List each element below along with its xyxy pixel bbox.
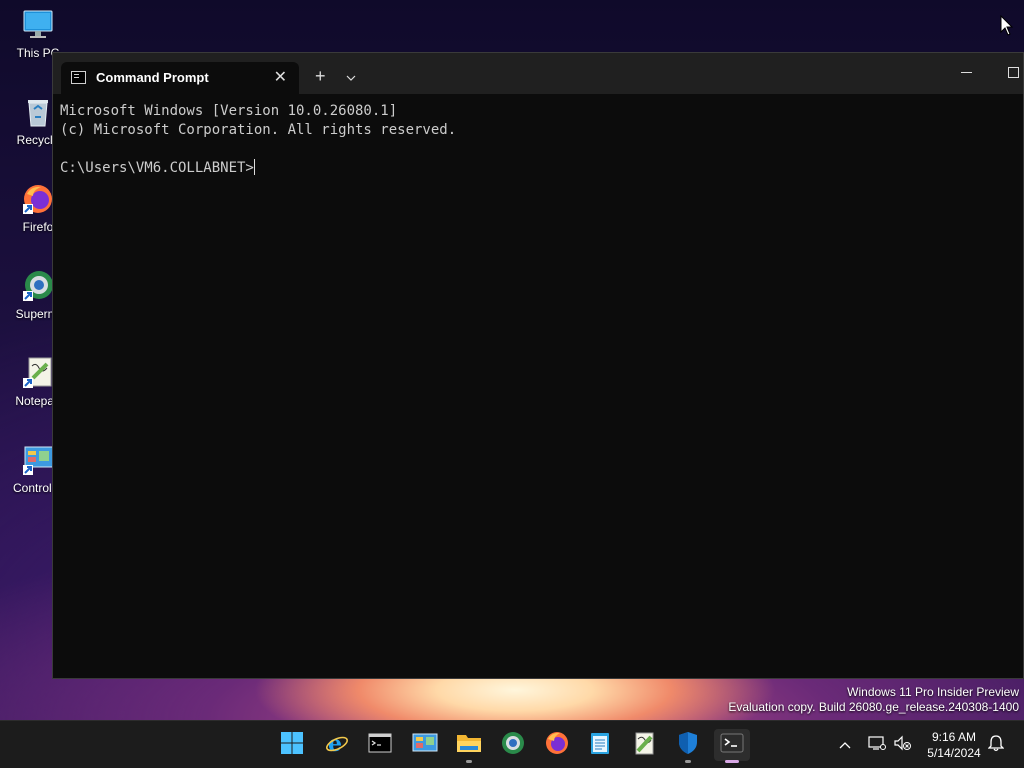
supermium-icon — [21, 269, 55, 303]
monitor-icon — [21, 8, 55, 42]
minimize-button[interactable] — [961, 65, 973, 79]
notepad-plus-plus-icon — [21, 356, 55, 390]
watermark-edition: Windows 11 Pro Insider Preview — [847, 685, 1019, 699]
taskbar-supermium[interactable] — [495, 729, 531, 761]
mouse-pointer-icon — [1000, 14, 1014, 42]
new-tab-button[interactable]: + — [315, 67, 326, 85]
windows-logo-icon — [280, 731, 304, 760]
taskbar-windows-security[interactable] — [670, 729, 706, 763]
volume-muted-icon — [893, 735, 911, 756]
tab-title: Command Prompt — [96, 70, 209, 85]
terminal-line: (c) Microsoft Corporation. All rights re… — [60, 122, 457, 138]
tab-command-prompt[interactable]: Command Prompt ✕ — [61, 62, 299, 94]
network-icon — [868, 735, 886, 756]
taskbar: e 9:16 AM 5/14/2024 — [0, 720, 1024, 768]
network-button[interactable] — [866, 721, 888, 768]
volume-button[interactable] — [891, 721, 913, 768]
terminal-output[interactable]: Microsoft Windows [Version 10.0.26080.1]… — [60, 102, 456, 178]
bell-icon — [987, 734, 1005, 757]
tab-close-button[interactable]: ✕ — [274, 67, 287, 87]
terminal-prompt: C:\Users\VM6.COLLABNET> — [60, 160, 254, 176]
taskbar-firefox[interactable] — [539, 729, 575, 761]
watermark-build: Evaluation copy. Build 26080.ge_release.… — [728, 700, 1019, 714]
start-button[interactable] — [274, 729, 310, 761]
clock-time: 9:16 AM — [931, 730, 977, 744]
control-panel-icon — [412, 731, 438, 760]
taskbar-command-prompt[interactable] — [362, 729, 398, 761]
chevron-up-icon — [839, 736, 851, 754]
chevron-down-icon[interactable] — [346, 70, 356, 81]
notepad-icon — [589, 731, 611, 760]
folder-icon — [456, 732, 482, 759]
running-indicator — [466, 760, 472, 763]
taskbar-internet-explorer[interactable]: e — [319, 729, 355, 761]
firefox-icon — [545, 731, 569, 760]
internet-explorer-icon: e — [325, 731, 349, 760]
notifications-button[interactable] — [985, 721, 1007, 768]
taskbar-notepad[interactable] — [582, 729, 618, 761]
control-panel-icon — [21, 443, 55, 477]
system-clock[interactable]: 9:16 AM 5/14/2024 — [920, 729, 988, 761]
taskbar-file-explorer[interactable] — [451, 729, 487, 763]
windows-watermark: Windows 11 Pro Insider Preview Evaluatio… — [728, 685, 1019, 715]
window-titlebar[interactable]: Command Prompt ✕ + — [53, 53, 1023, 94]
firefox-icon — [21, 182, 55, 216]
running-indicator — [685, 760, 691, 763]
command-prompt-icon — [71, 71, 86, 84]
terminal-icon — [720, 733, 744, 758]
terminal-line: Microsoft Windows [Version 10.0.26080.1] — [60, 103, 398, 119]
text-cursor — [253, 159, 255, 175]
taskbar-terminal[interactable] — [714, 729, 750, 763]
terminal-window[interactable]: Command Prompt ✕ + Microsoft Windows [Ve… — [52, 52, 1024, 679]
command-prompt-icon — [368, 732, 392, 759]
terminal-prompt-line: C:\Users\VM6.COLLABNET> — [60, 159, 456, 178]
taskbar-notepad-plus-plus[interactable] — [626, 729, 662, 761]
recycle-bin-icon — [21, 95, 55, 129]
show-hidden-icons-button[interactable] — [834, 721, 856, 768]
notepad-plus-plus-icon — [633, 731, 655, 760]
active-indicator — [725, 760, 739, 763]
shield-icon — [677, 731, 699, 760]
taskbar-control-panel[interactable] — [407, 729, 443, 761]
clock-date: 5/14/2024 — [927, 746, 981, 760]
supermium-icon — [501, 731, 525, 760]
maximize-button[interactable] — [1008, 67, 1019, 78]
